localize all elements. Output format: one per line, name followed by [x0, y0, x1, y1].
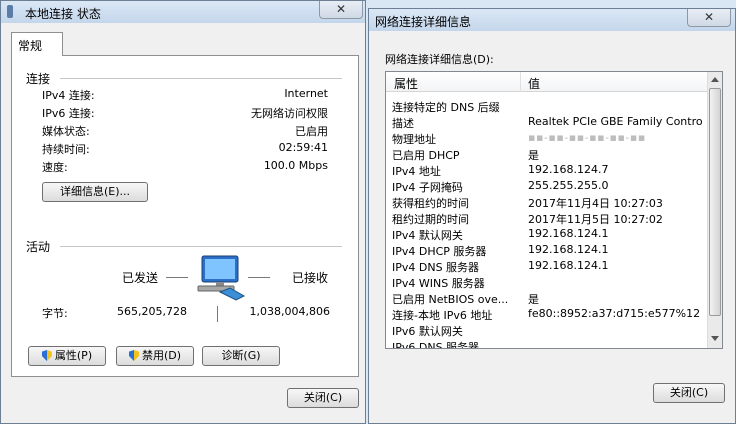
tab-general-label: 常规 — [18, 39, 43, 53]
scroll-down-arrow-icon[interactable] — [711, 336, 719, 341]
detail-property: IPv4 DNS 服务器 — [392, 261, 480, 274]
detail-row[interactable]: IPv6 默认网关 — [392, 323, 722, 339]
media-state-value: 已启用 — [295, 125, 328, 138]
detail-property: 连接-本地 IPv6 地址 — [392, 309, 493, 322]
detail-value: 192.168.124.1 — [528, 259, 609, 272]
column-header-property[interactable]: 属性 — [394, 75, 418, 92]
properties-button[interactable]: 属性(P) — [28, 346, 106, 366]
details-list-header: 属性 值 — [386, 72, 708, 92]
detail-property: IPv4 DHCP 服务器 — [392, 245, 487, 258]
ipv4-connection-label: IPv4 连接: — [42, 89, 95, 102]
duration-label: 持续时间: — [42, 143, 90, 156]
detail-property: 物理地址 — [392, 133, 436, 146]
connection-heading: 连接 — [26, 72, 51, 86]
detail-value: 192.168.124.1 — [528, 227, 609, 240]
uac-shield-icon — [128, 350, 139, 361]
connection-divider — [60, 78, 342, 79]
detail-row[interactable]: IPv4 地址 192.168.124.7 — [392, 163, 722, 179]
detail-row[interactable]: 已启用 NetBIOS ove... 是 — [392, 291, 722, 307]
detail-row[interactable]: IPv4 默认网关 192.168.124.1 — [392, 227, 722, 243]
details-window: 网络连接详细信息 ✕ 网络连接详细信息(D): 属性 值 连接特定的 DNS 后… — [368, 8, 736, 424]
detail-value: 2017年11月4日 10:27:03 — [528, 197, 663, 210]
detail-property: IPv6 DNS 服务器 — [392, 341, 480, 349]
sent-line — [166, 277, 188, 278]
disable-button[interactable]: 禁用(D) — [116, 346, 194, 366]
bytes-received-value: 1,038,004,806 — [249, 305, 330, 318]
detail-property: IPv4 地址 — [392, 165, 441, 178]
detail-row[interactable]: 物理地址 ▪▪-▪▪-▪▪-▪▪-▪▪-▪▪ — [392, 131, 722, 147]
column-header-value[interactable]: 值 — [528, 75, 540, 92]
detail-row[interactable]: IPv4 子网掩码 255.255.255.0 — [392, 179, 722, 195]
detail-value: 是 — [528, 293, 539, 306]
bytes-label: 字节: — [42, 307, 68, 320]
diagnose-button[interactable]: 诊断(G) — [202, 346, 280, 366]
details-window-title: 网络连接详细信息 — [375, 15, 472, 29]
detail-row[interactable]: 租约过期的时间 2017年11月5日 10:27:02 — [392, 211, 722, 227]
detail-row[interactable]: 描述 Realtek PCIe GBE Family Contro — [392, 115, 722, 131]
general-panel: 连接 IPv4 连接: Internet IPv6 连接: 无网络访问权限 媒体… — [11, 55, 359, 377]
detail-property: IPv4 默认网关 — [392, 229, 463, 242]
detail-value: Realtek PCIe GBE Family Contro — [528, 115, 703, 128]
detail-row[interactable]: 已启用 DHCP 是 — [392, 147, 722, 163]
details-titlebar[interactable]: 网络连接详细信息 ✕ — [369, 9, 735, 31]
detail-row[interactable]: IPv4 DHCP 服务器 192.168.124.1 — [392, 243, 722, 259]
details-close-button[interactable]: 关闭(C) — [653, 383, 725, 403]
detail-property: 租约过期的时间 — [392, 213, 469, 226]
details-button[interactable]: 详细信息(E)... — [42, 182, 148, 202]
status-window: 本地连接 状态 ✕ 常规 连接 IPv4 连接: Internet IPv6 连… — [0, 0, 366, 424]
activity-heading: 活动 — [26, 240, 51, 254]
tab-general[interactable]: 常规 — [11, 32, 63, 56]
detail-property: 已启用 NetBIOS ove... — [392, 293, 509, 306]
status-titlebar[interactable]: 本地连接 状态 ✕ — [1, 1, 365, 23]
received-line — [248, 277, 270, 278]
disable-button-label: 禁用(D) — [141, 349, 182, 362]
detail-row[interactable]: 连接-本地 IPv6 地址 fe80::8952:a37:d715:e577%12 — [392, 307, 722, 323]
sent-label: 已发送 — [122, 271, 159, 285]
details-list-caption: 网络连接详细信息(D): — [385, 53, 494, 66]
uac-shield-icon — [41, 350, 52, 361]
column-header-divider — [520, 72, 521, 92]
speed-value: 100.0 Mbps — [263, 159, 328, 172]
detail-property: IPv6 默认网关 — [392, 325, 463, 338]
detail-property: 描述 — [392, 117, 414, 130]
network-adapter-icon — [7, 5, 13, 18]
detail-row[interactable]: IPv4 WINS 服务器 — [392, 275, 722, 291]
detail-value: fe80::8952:a37:d715:e577%12 — [528, 307, 701, 320]
detail-row[interactable]: IPv4 DNS 服务器 192.168.124.1 — [392, 259, 722, 275]
ipv6-connection-label: IPv6 连接: — [42, 107, 95, 120]
duration-value: 02:59:41 — [278, 141, 328, 154]
detail-row[interactable]: 获得租约的时间 2017年11月4日 10:27:03 — [392, 195, 722, 211]
scroll-up-arrow-icon[interactable] — [711, 77, 719, 82]
properties-button-label: 属性(P) — [54, 349, 93, 362]
media-state-label: 媒体状态: — [42, 125, 90, 138]
status-close-icon[interactable]: ✕ — [319, 1, 363, 19]
detail-value: 是 — [528, 149, 539, 162]
status-close-button[interactable]: 关闭(C) — [287, 388, 359, 408]
detail-value: 2017年11月5日 10:27:02 — [528, 213, 663, 226]
network-computer-icon — [197, 255, 246, 301]
received-label: 已接收 — [292, 271, 329, 285]
scroll-thumb[interactable] — [709, 88, 721, 316]
detail-property: IPv4 WINS 服务器 — [392, 277, 485, 290]
detail-property: 已启用 DHCP — [392, 149, 460, 162]
ipv6-connection-value: 无网络访问权限 — [251, 107, 328, 120]
details-close-icon[interactable]: ✕ — [687, 9, 731, 27]
ipv4-connection-value: Internet — [284, 87, 328, 100]
details-scrollbar[interactable] — [707, 72, 722, 348]
detail-property: 获得租约的时间 — [392, 197, 469, 210]
detail-property: 连接特定的 DNS 后缀 — [392, 101, 500, 114]
activity-divider — [60, 246, 342, 247]
icon-stem-line — [217, 306, 218, 322]
detail-row[interactable]: IPv6 DNS 服务器 — [392, 339, 722, 349]
detail-property: IPv4 子网掩码 — [392, 181, 463, 194]
status-window-title: 本地连接 状态 — [25, 7, 101, 21]
detail-value: ▪▪-▪▪-▪▪-▪▪-▪▪-▪▪ — [528, 131, 646, 144]
detail-row[interactable]: 连接特定的 DNS 后缀 — [392, 99, 722, 115]
speed-label: 速度: — [42, 161, 68, 174]
detail-value: 192.168.124.7 — [528, 163, 609, 176]
detail-value: 255.255.255.0 — [528, 179, 609, 192]
detail-value: 192.168.124.1 — [528, 243, 609, 256]
bytes-sent-value: 565,205,728 — [117, 305, 187, 318]
details-list[interactable]: 属性 值 连接特定的 DNS 后缀 描述 Realtek PCIe GBE Fami… — [385, 71, 723, 349]
